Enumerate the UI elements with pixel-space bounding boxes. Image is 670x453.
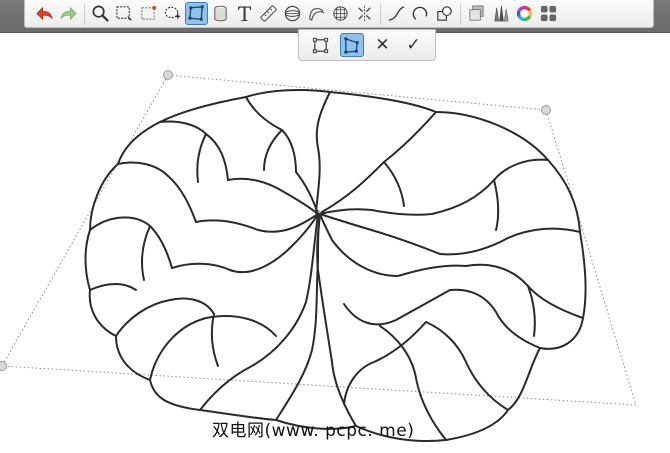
grid-menu-button[interactable] xyxy=(537,2,560,25)
layers-button[interactable] xyxy=(465,2,488,25)
symmetry-icon xyxy=(358,5,371,22)
rect-select-icon xyxy=(116,6,133,21)
color-wheel-button[interactable] xyxy=(513,2,536,25)
undo-arrow-icon xyxy=(36,6,53,21)
crop-select-button[interactable] xyxy=(137,2,160,25)
lasso-select-icon xyxy=(164,6,181,19)
transform-options-bar: ✕ ✓ xyxy=(298,29,436,61)
distort-transform-icon xyxy=(188,5,204,21)
crop-select-icon xyxy=(141,5,157,20)
grid-menu-icon xyxy=(540,5,557,22)
redo-button[interactable] xyxy=(57,2,80,25)
free-transform-icon xyxy=(312,37,329,53)
perspective-grid-icon xyxy=(333,6,348,21)
main-toolbar: T xyxy=(24,0,654,28)
color-wheel-icon xyxy=(516,5,533,22)
toolbar-separator xyxy=(380,2,381,25)
toolbar-separator xyxy=(460,2,461,25)
undo-button[interactable] xyxy=(33,2,56,25)
transform-handle-top-right xyxy=(541,105,551,115)
rect-select-button[interactable] xyxy=(113,2,136,25)
ruler-icon xyxy=(260,5,277,22)
transform-handle-top-left xyxy=(163,70,173,80)
ellipse-guide-button[interactable] xyxy=(281,2,304,25)
shapes-button[interactable] xyxy=(433,2,456,25)
cancel-transform-button[interactable]: ✕ xyxy=(371,33,395,57)
drawing-canvas[interactable] xyxy=(0,61,670,453)
zoom-button[interactable] xyxy=(89,2,112,25)
perspective-grid-button[interactable] xyxy=(329,2,352,25)
lasso-select-button[interactable] xyxy=(161,2,184,25)
confirm-transform-button[interactable]: ✓ xyxy=(402,33,426,57)
symmetry-button[interactable] xyxy=(353,2,376,25)
sketch-app-window: T ✕ ✓ 双电网(www. pcpc. me) xyxy=(0,0,670,453)
confirm-icon: ✓ xyxy=(406,34,421,55)
shapes-icon xyxy=(437,6,452,21)
circle-curve-icon xyxy=(412,6,428,20)
watermark-text: 双电网(www. pcpc. me) xyxy=(212,421,415,441)
sketch-layer xyxy=(0,70,637,443)
toolbar-separator xyxy=(84,2,85,25)
transform-handle-bottom-left xyxy=(0,361,7,371)
perspective-distort-icon xyxy=(344,36,359,54)
perspective-distort-button[interactable] xyxy=(339,33,364,57)
cylinder-tool-button[interactable] xyxy=(209,2,232,25)
stroke-curve-icon xyxy=(388,6,405,21)
brush-library-button[interactable] xyxy=(489,2,512,25)
layers-icon xyxy=(469,5,484,21)
text-tool-button[interactable]: T xyxy=(233,2,256,25)
french-curve-icon xyxy=(309,8,325,21)
stroke-curve-button[interactable] xyxy=(385,2,408,25)
ruler-button[interactable] xyxy=(257,2,280,25)
cancel-icon: ✕ xyxy=(375,34,390,55)
distort-transform-button[interactable] xyxy=(185,2,208,25)
free-transform-button[interactable] xyxy=(309,33,333,57)
redo-arrow-icon xyxy=(60,6,77,21)
circle-curve-button[interactable] xyxy=(409,2,432,25)
ellipse-guide-icon xyxy=(284,5,301,22)
french-curve-button[interactable] xyxy=(305,2,328,25)
text-tool-icon: T xyxy=(237,1,252,26)
cylinder-icon xyxy=(214,5,227,22)
magnify-icon xyxy=(92,5,109,22)
brain-sketch xyxy=(84,88,587,443)
brush-library-icon xyxy=(494,5,509,22)
